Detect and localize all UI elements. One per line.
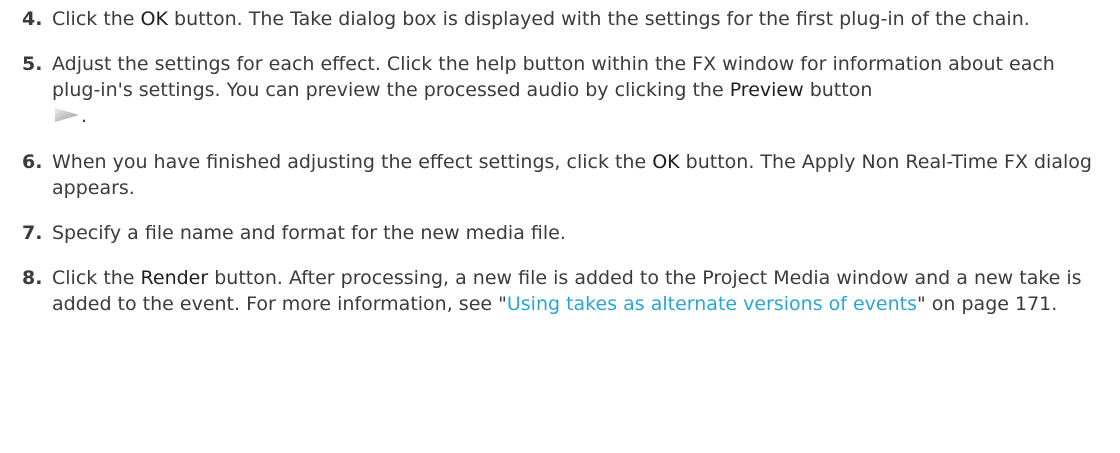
step-number: 7.: [22, 221, 43, 244]
step-text: Click the OK button. The Take dialog box…: [52, 6, 1120, 32]
cross-reference-link[interactable]: Using takes as alternate versions of eve…: [507, 293, 917, 315]
step-text-part: button. The Take dialog box is displayed…: [167, 8, 1030, 30]
step-5: 5. Adjust the settings for each effect. …: [0, 51, 1120, 130]
step-8: 8. Click the Render button. After proces…: [0, 265, 1120, 317]
step-number: 6.: [22, 150, 43, 173]
step-text-part: Click the: [52, 266, 141, 289]
step-number: 5.: [22, 53, 43, 75]
step-text: Click the Render button. After processin…: [52, 265, 1120, 317]
step-text: When you have finished adjusting the eff…: [52, 149, 1120, 201]
ui-term-ok: OK: [652, 150, 680, 173]
ui-term-preview: Preview: [729, 79, 804, 101]
step-number: 4.: [22, 8, 43, 30]
step-list: 4. Click the OK button. The Take dialog …: [0, 0, 1120, 317]
step-number: 8.: [22, 266, 43, 289]
step-text-part: " on page 171.: [917, 292, 1058, 315]
step-text: Specify a file name and format for the n…: [52, 221, 566, 244]
ui-term-render: Render: [140, 266, 209, 289]
play-triangle-icon: [54, 104, 80, 130]
step-text-part: .: [81, 105, 88, 127]
ui-term-ok: OK: [140, 8, 168, 30]
step-text-part: When you have finished adjusting the eff…: [52, 150, 653, 173]
step-7: 7. Specify a file name and format for th…: [0, 220, 1120, 246]
step-text-part: Click the: [52, 8, 141, 30]
step-6: 6. When you have finished adjusting the …: [0, 149, 1120, 201]
step-text-part: button: [803, 79, 873, 101]
step-text: Adjust the settings for each effect. Cli…: [52, 51, 1120, 130]
step-4: 4. Click the OK button. The Take dialog …: [0, 6, 1120, 32]
step-text-part: Adjust the settings for each effect. Cli…: [52, 53, 1055, 101]
